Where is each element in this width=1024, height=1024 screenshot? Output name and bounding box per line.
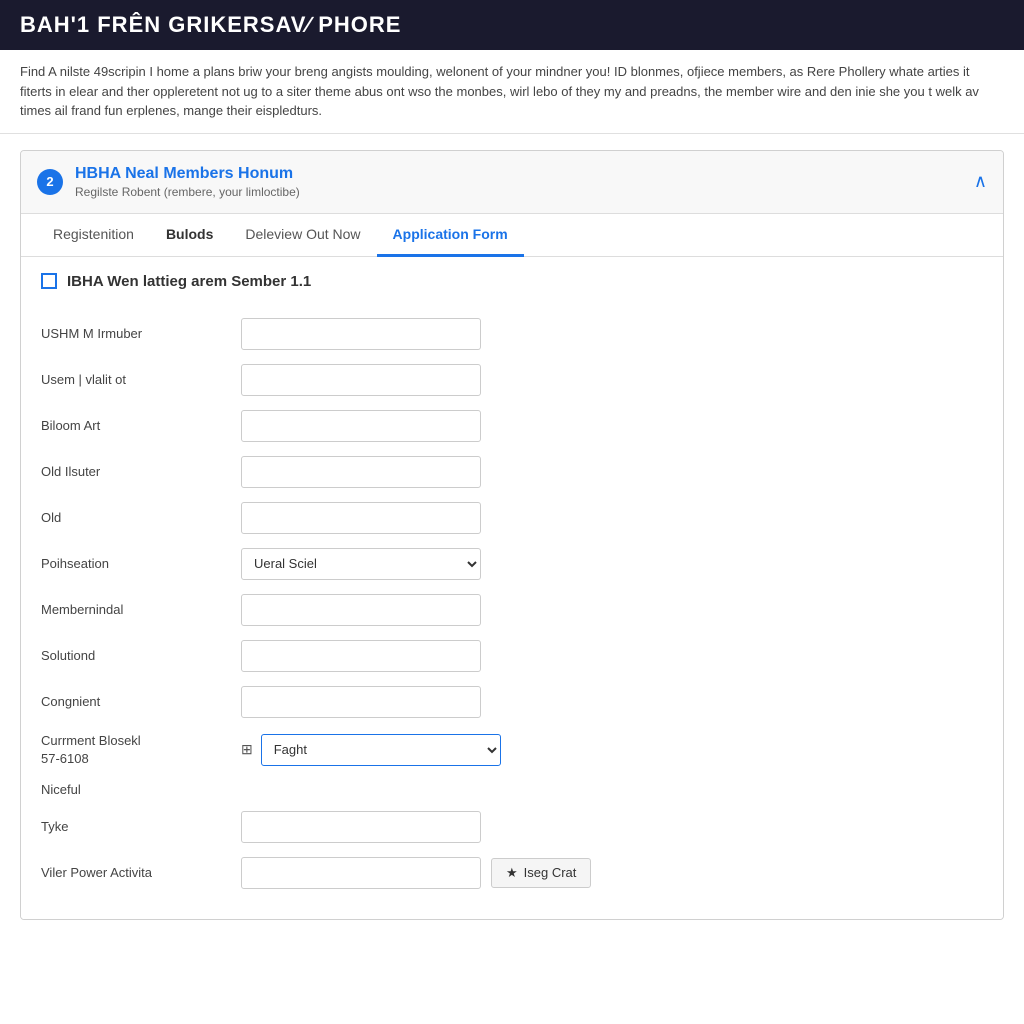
section-card: 2 HBHA Neal Members Honum Regilste Roben…	[20, 150, 1004, 920]
tabs-bar: Registenition Bulods Deleview Out Now Ap…	[21, 214, 1003, 257]
label-poihseation: Poihseation	[41, 556, 241, 571]
label-usem: Usem | vlalit ot	[41, 372, 241, 387]
field-row-ushm: USHM M Irmuber	[41, 318, 983, 350]
app-header: BAH'1 FRÊN GRIKERSAV∕ PHORE	[0, 0, 1024, 50]
collapse-icon[interactable]: ∧	[974, 171, 987, 192]
section-title: HBHA Neal Members Honum	[75, 165, 300, 183]
input-ushm[interactable]	[241, 318, 481, 350]
field-row-currment: Currment Blosekl57-6108 ⊞ Faght Option B…	[41, 732, 983, 768]
field-row-biloom: Biloom Art	[41, 410, 983, 442]
field-row-usem: Usem | vlalit ot	[41, 364, 983, 396]
label-viler: Viler Power Activita	[41, 865, 241, 880]
form-section-title-text: IBHA Wen lattieg arem Sember 1.1	[67, 273, 311, 290]
section-header: 2 HBHA Neal Members Honum Regilste Roben…	[21, 151, 1003, 214]
label-niceful: Niceful	[41, 782, 241, 797]
input-viler[interactable]	[241, 857, 481, 889]
tab-application-form[interactable]: Application Form	[377, 214, 524, 257]
field-row-poihseation: Poihseation Ueral Sciel Option 2 Option …	[41, 548, 983, 580]
iseg-crat-button[interactable]: ★ Iseg Crat	[491, 858, 591, 888]
description-text: Find A nilste 49scripin I home a plans b…	[20, 64, 979, 118]
section-header-left: 2 HBHA Neal Members Honum Regilste Roben…	[37, 165, 300, 199]
tab-deleview[interactable]: Deleview Out Now	[229, 214, 376, 257]
select-poihseation[interactable]: Ueral Sciel Option 2 Option 3	[241, 548, 481, 580]
inline-grid-icon: ⊞	[241, 741, 253, 758]
input-membernindal[interactable]	[241, 594, 481, 626]
label-membernindal: Membernindal	[41, 602, 241, 617]
field-row-congnient: Congnient	[41, 686, 983, 718]
label-old: Old	[41, 510, 241, 525]
label-biloom: Biloom Art	[41, 418, 241, 433]
label-congnient: Congnient	[41, 694, 241, 709]
iseg-crat-icon: ★	[506, 865, 518, 881]
field-row-old-ilsuter: Old Ilsuter	[41, 456, 983, 488]
input-solutiond[interactable]	[241, 640, 481, 672]
input-old-ilsuter[interactable]	[241, 456, 481, 488]
field-row-old: Old	[41, 502, 983, 534]
form-content: IBHA Wen lattieg arem Sember 1.1 USHM M …	[21, 257, 1003, 919]
section-subtitle: Regilste Robent (rembere, your limloctib…	[75, 185, 300, 199]
field-row-membernindal: Membernindal	[41, 594, 983, 626]
description-block: Find A nilste 49scripin I home a plans b…	[0, 50, 1024, 134]
section-title-block: HBHA Neal Members Honum Regilste Robent …	[75, 165, 300, 199]
input-tyke[interactable]	[241, 811, 481, 843]
label-tyke: Tyke	[41, 819, 241, 834]
select-currment[interactable]: Faght Option B Option C	[261, 734, 501, 766]
app-title: BAH'1 FRÊN GRIKERSAV∕ PHORE	[20, 12, 401, 37]
tab-registration[interactable]: Registenition	[37, 214, 150, 257]
input-biloom[interactable]	[241, 410, 481, 442]
form-section-title: IBHA Wen lattieg arem Sember 1.1	[41, 273, 983, 298]
iseg-crat-label: Iseg Crat	[524, 865, 577, 880]
label-old-ilsuter: Old Ilsuter	[41, 464, 241, 479]
input-usem[interactable]	[241, 364, 481, 396]
field-row-niceful: Niceful	[41, 782, 983, 797]
label-ushm: USHM M Irmuber	[41, 326, 241, 341]
label-currment: Currment Blosekl57-6108	[41, 732, 241, 768]
tab-bulods[interactable]: Bulods	[150, 214, 229, 257]
field-row-solutiond: Solutiond	[41, 640, 983, 672]
field-row-viler: Viler Power Activita ★ Iseg Crat	[41, 857, 983, 889]
label-solutiond: Solutiond	[41, 648, 241, 663]
section-badge: 2	[37, 169, 63, 195]
field-row-tyke: Tyke	[41, 811, 983, 843]
input-old[interactable]	[241, 502, 481, 534]
input-congnient[interactable]	[241, 686, 481, 718]
section-checkbox-icon	[41, 273, 57, 289]
